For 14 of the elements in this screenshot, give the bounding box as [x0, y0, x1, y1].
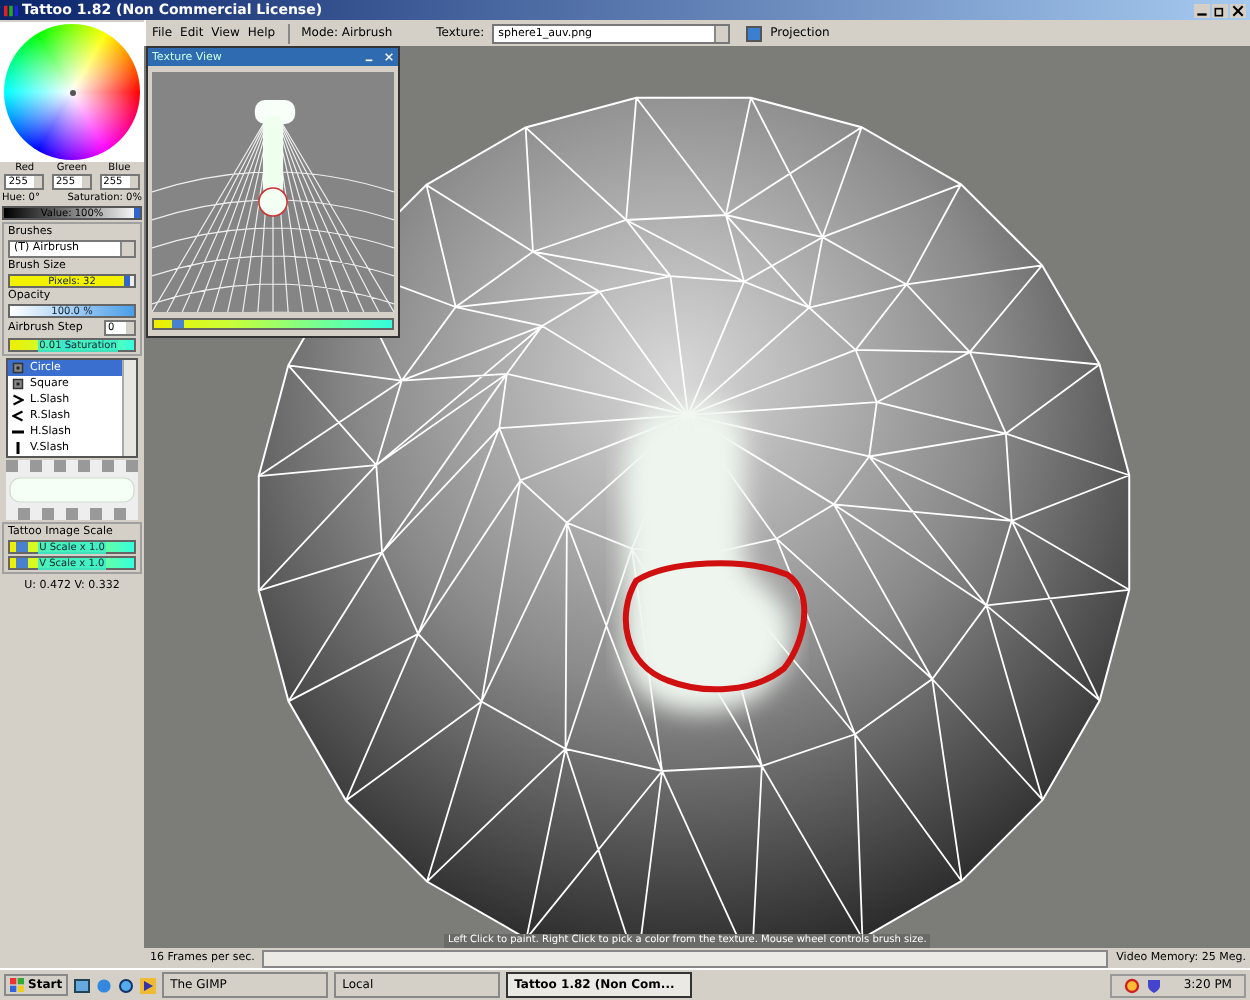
desktop-icon[interactable]	[74, 977, 91, 993]
restore-button[interactable]	[1212, 3, 1228, 17]
scrollbar[interactable]	[262, 949, 1109, 967]
windows-logo-icon	[10, 978, 24, 992]
scrollbar[interactable]	[122, 360, 136, 456]
shield-icon	[1145, 977, 1162, 993]
play-icon[interactable]	[140, 977, 157, 993]
close-icon[interactable]	[384, 52, 394, 62]
texture-view-slider[interactable]	[152, 318, 394, 330]
close-button[interactable]	[1230, 3, 1246, 17]
minimize-button[interactable]	[1194, 3, 1210, 17]
color-wheel[interactable]	[4, 24, 140, 160]
projection-checkbox[interactable]	[746, 25, 763, 41]
app-icon	[4, 3, 18, 17]
